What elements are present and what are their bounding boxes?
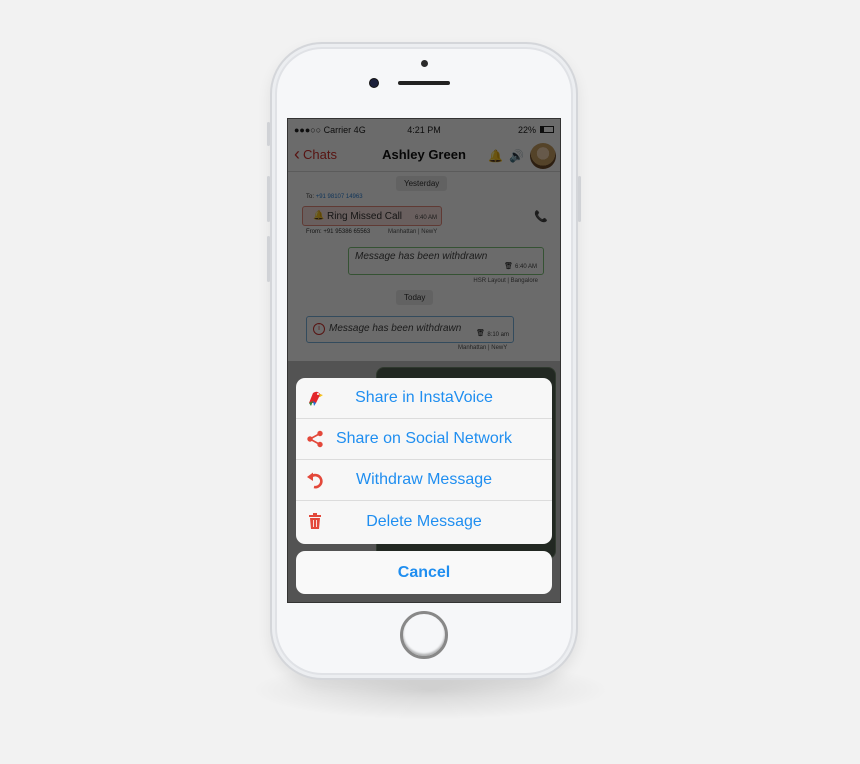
phone-screen: ●●●○○ Carrier 4G 4:21 PM 22% ‹ Chats Ash… <box>287 118 561 603</box>
trash-icon <box>306 512 324 530</box>
action-label: Delete Message <box>366 512 482 530</box>
instavoice-parrot-icon <box>306 389 324 407</box>
action-delete-message[interactable]: Delete Message <box>296 501 552 542</box>
proximity-sensor <box>421 60 428 67</box>
undo-icon <box>306 471 324 489</box>
share-icon <box>306 430 324 448</box>
earpiece-speaker <box>398 81 450 85</box>
volume-up-button <box>267 176 270 222</box>
action-label: Share in InstaVoice <box>355 389 493 406</box>
cancel-button[interactable]: Cancel <box>296 551 552 594</box>
action-sheet: Share in InstaVoice Share on Social Netw… <box>296 378 552 544</box>
action-label: Withdraw Message <box>355 471 493 488</box>
action-share-instavoice[interactable]: Share in InstaVoice <box>296 378 552 419</box>
mute-switch <box>267 122 270 146</box>
action-share-social[interactable]: Share on Social Network <box>296 419 552 460</box>
action-withdraw-message[interactable]: Withdraw Message <box>296 460 552 501</box>
home-button[interactable] <box>400 611 448 659</box>
power-button <box>578 176 581 222</box>
volume-down-button <box>267 236 270 282</box>
action-label: Share on Social Network <box>335 430 513 447</box>
front-camera <box>369 78 379 88</box>
